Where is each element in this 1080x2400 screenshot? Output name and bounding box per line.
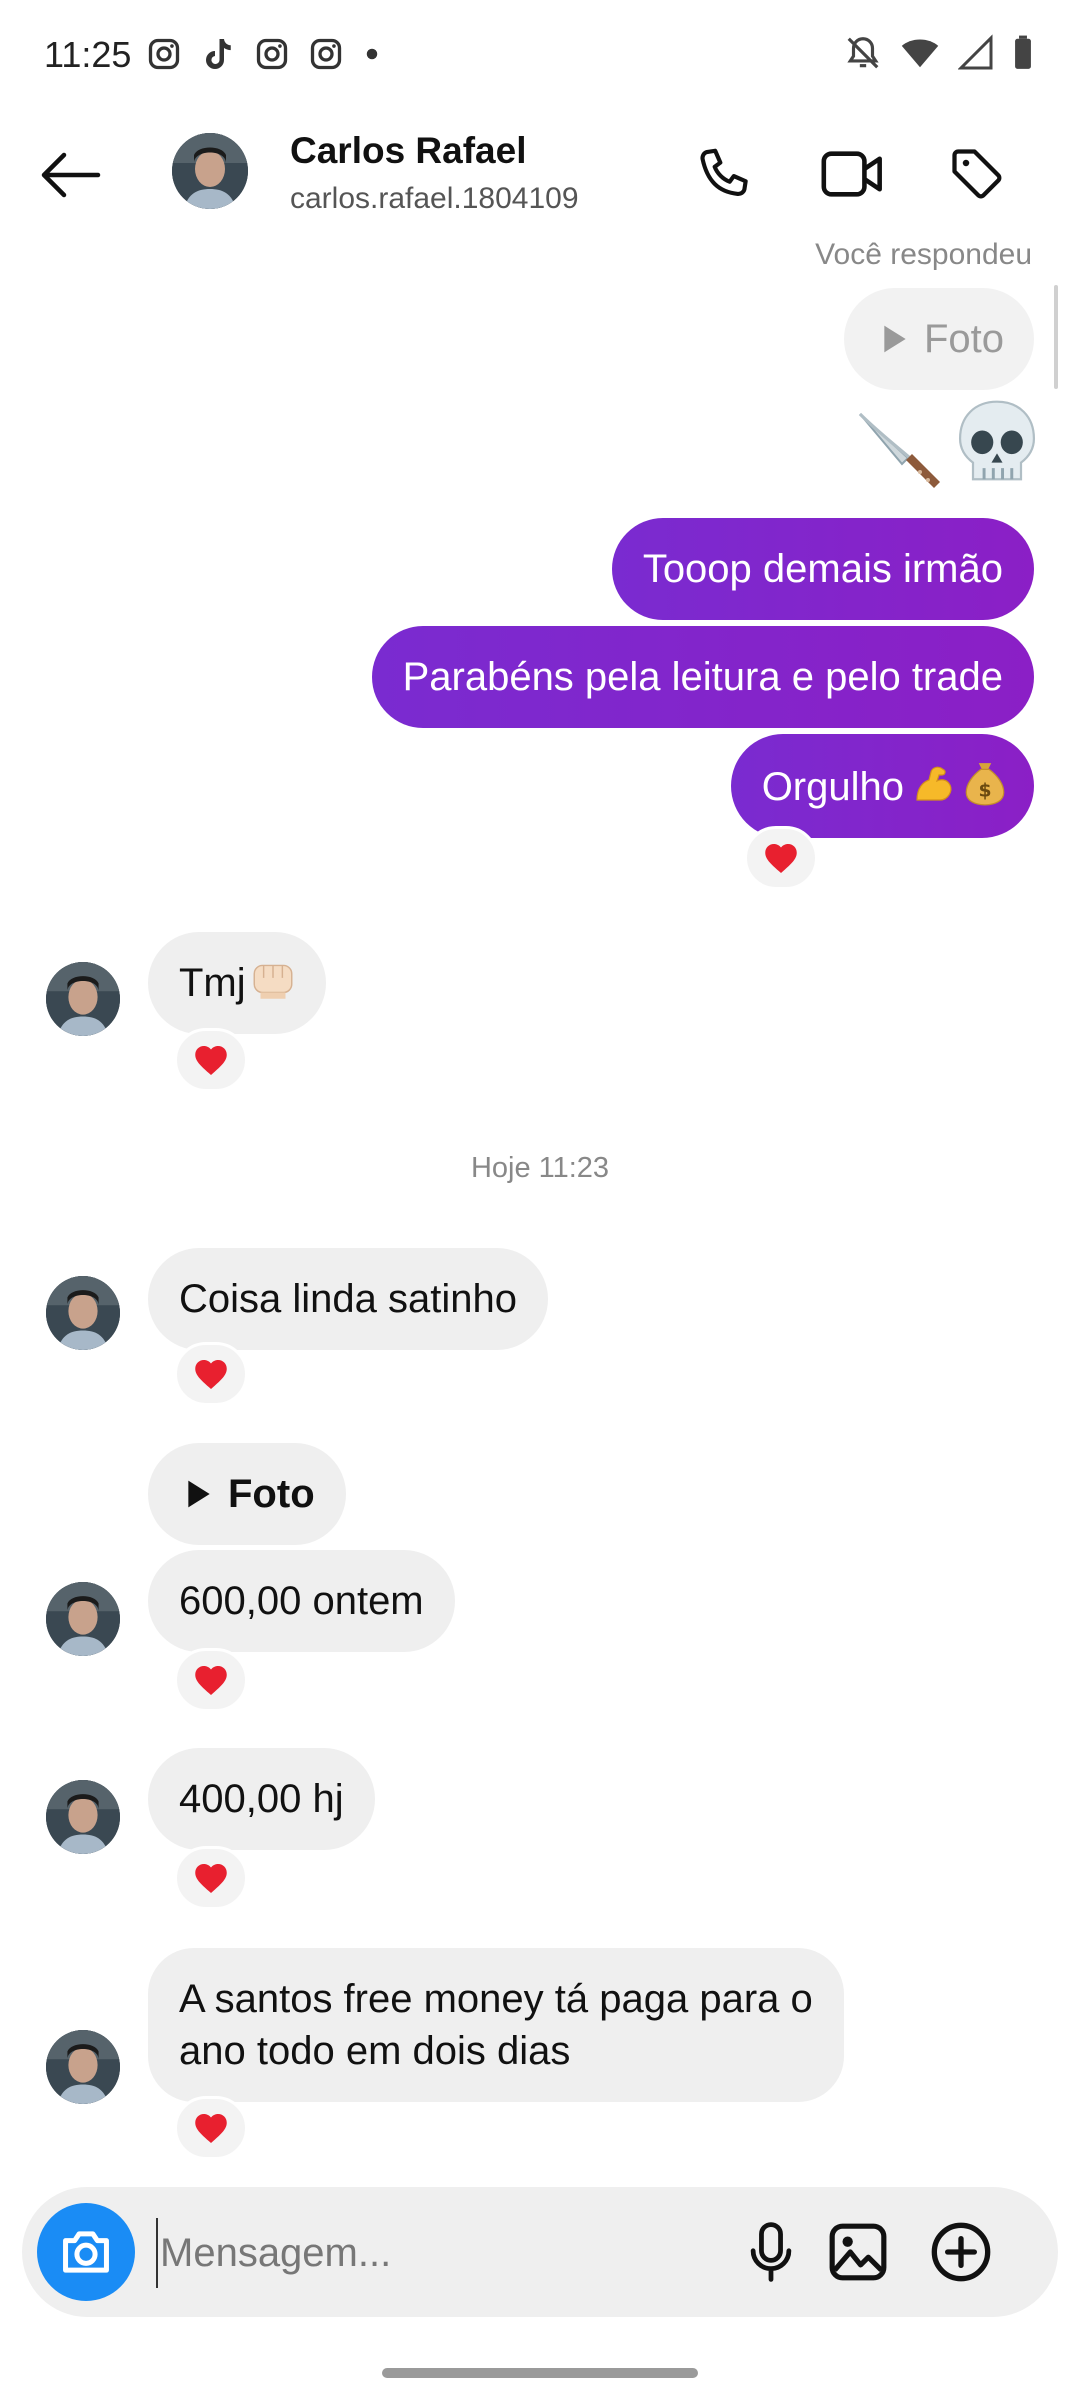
date-separator: Hoje 11:23 <box>470 1152 610 1184</box>
instagram-icon <box>310 38 342 70</box>
heart-icon <box>765 844 797 873</box>
flexed-biceps-emoji-icon <box>916 766 952 801</box>
incoming-message[interactable]: 600,00 ontem <box>148 1550 455 1652</box>
back-arrow-icon <box>41 152 101 198</box>
wifi-icon <box>901 39 939 68</box>
contact-name[interactable]: Carlos Rafael <box>290 130 527 172</box>
camera-icon <box>63 2231 109 2273</box>
heart-icon <box>195 1360 227 1389</box>
message-avatar[interactable] <box>46 2030 120 2104</box>
svg-text:$: $ <box>978 781 991 802</box>
video-camera-icon <box>821 151 882 197</box>
system-icons <box>844 34 1034 72</box>
message-text: Tmj <box>179 961 246 1005</box>
outgoing-photo-reply[interactable]: Foto <box>843 288 1034 390</box>
mute-bell-icon <box>847 37 879 69</box>
contact-avatar[interactable] <box>172 133 248 209</box>
back-button[interactable] <box>36 140 106 210</box>
reaction-heart[interactable] <box>174 2096 248 2160</box>
message-input[interactable] <box>156 2218 716 2288</box>
dot-icon <box>366 48 378 60</box>
microphone-icon <box>750 2222 792 2282</box>
play-icon <box>884 325 906 353</box>
status-time: 11:25 <box>44 34 132 75</box>
outgoing-message[interactable]: Tooop demais irmão <box>611 518 1034 620</box>
notification-icons <box>146 36 382 72</box>
incoming-message[interactable]: 400,00 hj <box>148 1748 375 1850</box>
message-text-line: ano todo em dois dias <box>179 2029 571 2073</box>
signal-icon <box>958 34 993 70</box>
instagram-icon <box>148 38 180 70</box>
fist-emoji-icon <box>253 964 293 999</box>
message-text: Orgulho <box>761 765 904 809</box>
heart-icon <box>195 2114 227 2143</box>
image-gallery-icon <box>829 2223 887 2281</box>
message-text: 400,00 hj <box>179 1777 344 1821</box>
message-avatar[interactable] <box>46 1276 120 1350</box>
incoming-message[interactable]: Coisa linda satinho <box>148 1248 548 1350</box>
skull-emoji-icon <box>958 400 1036 481</box>
reaction-heart[interactable] <box>744 826 818 890</box>
incoming-photo[interactable]: Foto <box>148 1443 346 1545</box>
heart-icon <box>195 1864 227 1893</box>
tiktok-icon <box>206 39 231 69</box>
battery-icon <box>1015 35 1031 69</box>
message-text: Coisa linda satinho <box>179 1277 517 1321</box>
message-text-line: A santos free money tá paga para o <box>179 1977 813 2021</box>
contact-username[interactable]: carlos.rafael.1804109 <box>290 182 579 216</box>
photo-label: Foto <box>923 317 1004 361</box>
knife-emoji-icon <box>858 412 940 488</box>
call-button[interactable] <box>690 139 760 209</box>
home-indicator[interactable] <box>382 2368 698 2378</box>
reaction-heart[interactable] <box>174 1648 248 1712</box>
message-text: Tooop demais irmão <box>642 547 1003 591</box>
outgoing-message[interactable]: Orgulho $ <box>730 734 1034 838</box>
tag-button[interactable] <box>942 139 1012 209</box>
replied-label: Você respondeu <box>815 238 1032 271</box>
message-avatar[interactable] <box>46 962 120 1036</box>
voice-message-button[interactable] <box>736 2217 806 2287</box>
outgoing-message[interactable]: Parabéns pela leitura e pelo trade <box>371 626 1034 728</box>
photo-label: Foto <box>228 1472 315 1516</box>
gallery-button[interactable] <box>823 2217 893 2287</box>
reaction-heart[interactable] <box>174 1846 248 1910</box>
money-bag-emoji-icon: $ <box>965 763 1005 806</box>
emoji-message[interactable] <box>852 396 1042 496</box>
scroll-indicator <box>1054 285 1058 389</box>
plus-circle-icon <box>931 2222 991 2282</box>
reaction-heart[interactable] <box>174 1028 248 1092</box>
more-options-button[interactable] <box>926 2217 996 2287</box>
message-avatar[interactable] <box>46 1780 120 1854</box>
video-call-button[interactable] <box>818 139 888 209</box>
message-avatar[interactable] <box>46 1582 120 1656</box>
tag-icon <box>952 149 1002 199</box>
incoming-message[interactable]: Tmj <box>148 932 326 1034</box>
message-text: Parabéns pela leitura e pelo trade <box>402 655 1003 699</box>
heart-icon <box>195 1666 227 1695</box>
instagram-icon <box>256 38 288 70</box>
heart-icon <box>195 1046 227 1075</box>
incoming-message[interactable]: A santos free money tá paga para o ano t… <box>148 1948 844 2102</box>
message-text: 600,00 ontem <box>179 1579 424 1623</box>
phone-icon <box>700 148 748 196</box>
play-icon <box>188 1480 210 1508</box>
camera-button[interactable] <box>37 2203 135 2301</box>
reaction-heart[interactable] <box>174 1342 248 1406</box>
